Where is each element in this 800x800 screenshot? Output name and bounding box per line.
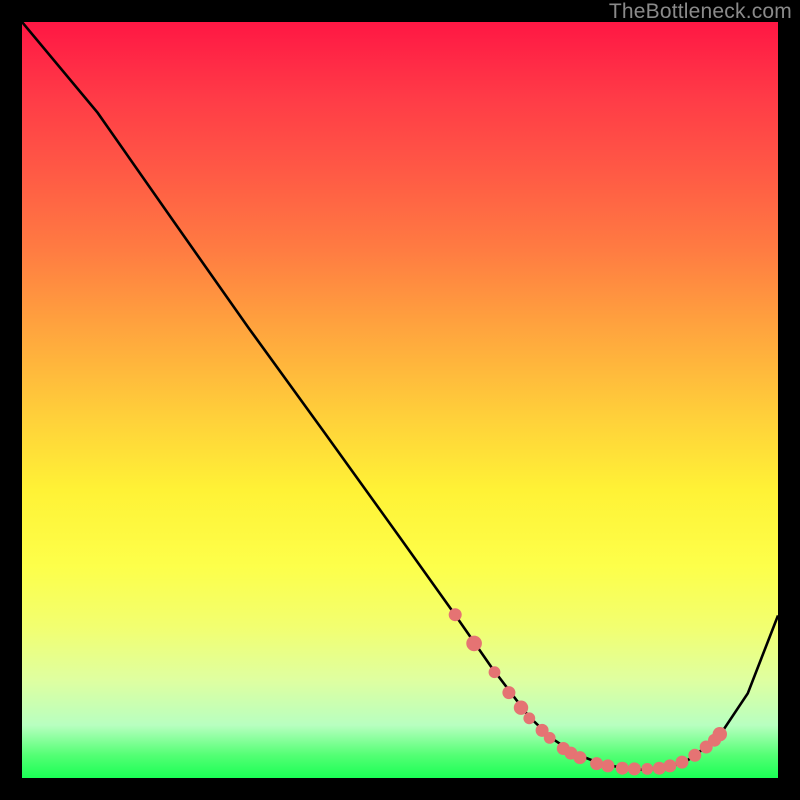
markers	[449, 608, 727, 775]
chart-curve	[22, 22, 778, 778]
marker-dot	[641, 763, 653, 775]
marker-dot	[523, 712, 535, 724]
chart-frame: TheBottleneck.com	[0, 0, 800, 800]
marker-dot	[590, 757, 603, 770]
marker-dot	[663, 759, 676, 772]
marker-dot	[628, 762, 641, 775]
marker-dot	[688, 749, 701, 762]
marker-dot	[514, 701, 528, 715]
marker-dot	[544, 732, 556, 744]
marker-dot	[489, 666, 501, 678]
marker-dot	[502, 686, 515, 699]
watermark-label: TheBottleneck.com	[609, 0, 792, 24]
marker-dot	[449, 608, 462, 621]
marker-dot	[713, 727, 727, 741]
line-series	[22, 22, 778, 770]
marker-dot	[573, 751, 586, 764]
marker-dot	[676, 756, 689, 769]
marker-dot	[601, 759, 614, 772]
marker-dot	[616, 762, 629, 775]
marker-dot	[466, 636, 482, 652]
